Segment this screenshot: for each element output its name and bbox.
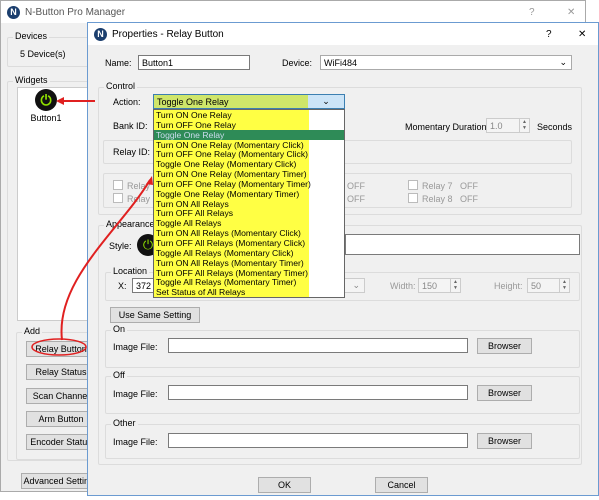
annotation-ellipse: [31, 338, 87, 356]
annotation-overlay: [31, 97, 153, 356]
arrowhead-icon: [56, 97, 64, 105]
arrowhead-icon: [146, 176, 153, 185]
annotation-curve: [60, 179, 151, 341]
